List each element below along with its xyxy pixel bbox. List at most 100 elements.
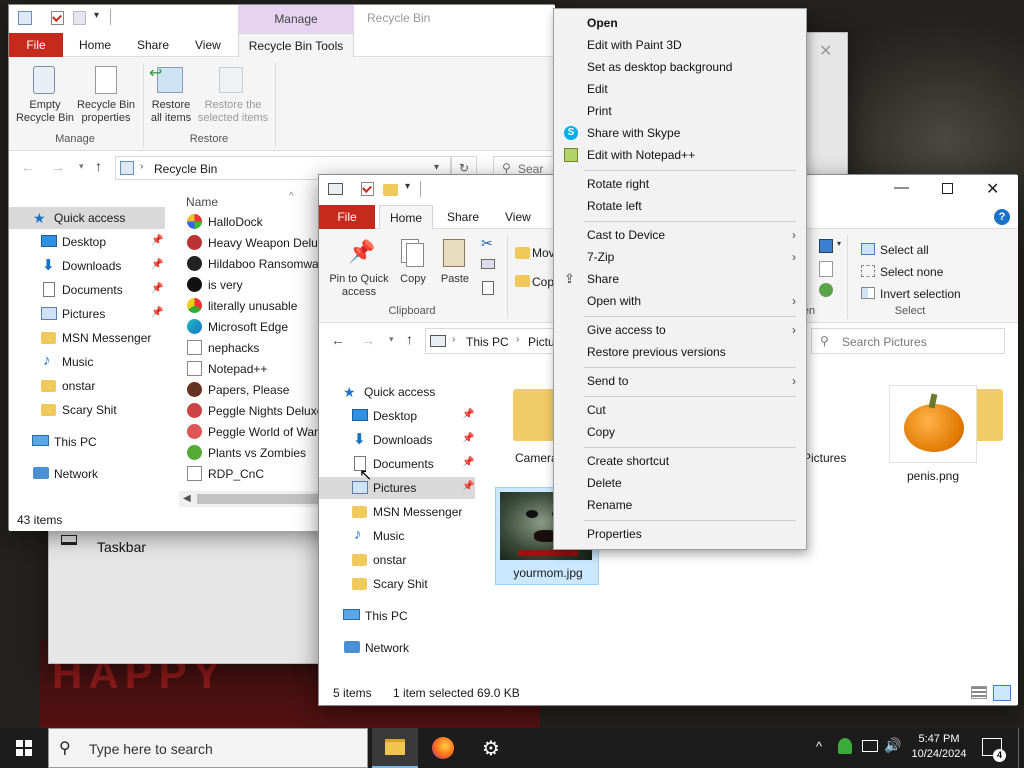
list-item[interactable]: Plants vs Zombies: [187, 442, 306, 463]
pin-icon[interactable]: 📌: [462, 457, 474, 468]
tab-file[interactable]: File: [319, 205, 375, 229]
pin-icon[interactable]: 📌: [151, 283, 163, 294]
tab-home[interactable]: Home: [69, 33, 121, 57]
tray-user-icon[interactable]: [838, 738, 852, 754]
nav-quick-access[interactable]: ★ Quick access: [9, 207, 165, 229]
menu-edit-notepadpp[interactable]: Edit with Notepad++: [587, 144, 695, 166]
nav-downloads[interactable]: ⬇ Downloads 📌: [9, 255, 179, 277]
menu-rotate-right[interactable]: Rotate right: [587, 173, 649, 195]
pin-quick-access-button[interactable]: Pin to Quick access: [325, 273, 393, 299]
properties-ribbon-icon[interactable]: [819, 239, 833, 253]
menu-create-shortcut[interactable]: Create shortcut: [587, 450, 669, 472]
titlebar[interactable]: ▾ Manage Recycle Bin: [9, 5, 555, 33]
large-icons-view-icon[interactable]: [993, 685, 1011, 701]
nav-downloads[interactable]: ⬇ Downloads 📌: [319, 429, 489, 451]
nav-scary[interactable]: Scary Shit: [9, 399, 179, 421]
menu-share-skype[interactable]: Share with Skype: [587, 122, 680, 144]
back-arrow-icon[interactable]: ←: [331, 332, 345, 348]
folder-saved-pictures[interactable]: [967, 379, 1019, 447]
nav-desktop[interactable]: Desktop 📌: [9, 231, 179, 253]
tab-share[interactable]: Share: [437, 205, 489, 229]
tray-chevron-icon[interactable]: ^: [816, 739, 822, 754]
list-item[interactable]: Hildaboo Ransomwar: [187, 253, 323, 274]
close-button[interactable]: ✕: [986, 179, 999, 199]
menu-give-access[interactable]: Give access to: [587, 319, 666, 341]
select-all-button[interactable]: Select all: [880, 243, 929, 257]
pin-icon[interactable]: 📌: [462, 433, 474, 444]
copy-path-icon[interactable]: [481, 259, 495, 269]
edit-icon[interactable]: [819, 261, 833, 277]
nav-music[interactable]: ♪ Music: [319, 525, 489, 547]
menu-print[interactable]: Print: [587, 100, 612, 122]
scroll-left-icon[interactable]: ◀: [183, 493, 191, 504]
menu-restore-versions[interactable]: Restore previous versions: [587, 341, 726, 363]
pin-icon[interactable]: 📌: [151, 235, 163, 246]
minimize-button[interactable]: —: [894, 179, 909, 196]
cut-icon[interactable]: ✂: [481, 235, 493, 252]
list-item[interactable]: Papers, Please: [187, 379, 289, 400]
address-bar[interactable]: › This PC › Pictu: [425, 328, 555, 354]
breadcrumb-pictures[interactable]: Pictu: [528, 335, 555, 349]
back-arrow-icon[interactable]: ←: [21, 159, 35, 175]
taskbar-firefox[interactable]: [420, 728, 466, 768]
menu-open[interactable]: Open: [587, 12, 618, 34]
menu-set-desktop-bg[interactable]: Set as desktop background: [587, 56, 732, 78]
details-view-icon[interactable]: [971, 686, 987, 699]
nav-quick-access[interactable]: ★ Quick access: [319, 381, 489, 403]
nav-onstar[interactable]: onstar: [319, 549, 489, 571]
nav-msn[interactable]: MSN Messenger: [319, 501, 489, 523]
up-arrow-icon[interactable]: ↑: [95, 158, 102, 174]
help-icon[interactable]: ?: [994, 209, 1010, 225]
invert-selection-button[interactable]: Invert selection: [880, 287, 961, 301]
recent-dropdown-icon[interactable]: ▾: [79, 161, 84, 172]
taskbar-search-input[interactable]: Type here to search: [89, 741, 213, 757]
menu-share[interactable]: Share: [587, 268, 619, 290]
nav-network[interactable]: Network: [9, 463, 179, 485]
history-icon[interactable]: [819, 283, 833, 297]
file-penis-png[interactable]: penis.png: [887, 385, 979, 485]
copy-button[interactable]: Copy: [395, 273, 431, 286]
nav-scary[interactable]: Scary Shit: [319, 573, 489, 595]
menu-open-with[interactable]: Open with: [587, 290, 641, 312]
list-item[interactable]: nephacks: [187, 337, 259, 358]
paste-button[interactable]: Paste: [437, 273, 473, 286]
tab-recycle-bin-tools[interactable]: Recycle Bin Tools: [238, 33, 354, 57]
taskbar-settings[interactable]: ⚙: [468, 728, 514, 768]
restore-all-items-button[interactable]: Restore all items: [145, 99, 197, 125]
menu-cut[interactable]: Cut: [587, 399, 606, 421]
taskbar-search-box[interactable]: ⚲ Type here to search: [48, 728, 368, 768]
new-folder-icon[interactable]: [383, 184, 398, 196]
menu-rename[interactable]: Rename: [587, 494, 632, 516]
pin-icon[interactable]: 📌: [462, 481, 474, 492]
address-dropdown-icon[interactable]: ▾: [434, 162, 439, 173]
menu-rotate-left[interactable]: Rotate left: [587, 195, 642, 217]
list-item[interactable]: Heavy Weapon Delux: [187, 232, 324, 253]
copy-to-button[interactable]: Cop: [532, 275, 554, 289]
pin-icon[interactable]: 📌: [462, 409, 474, 420]
search-box[interactable]: ⚲ Search Pictures: [811, 328, 1005, 354]
select-none-button[interactable]: Select none: [880, 265, 943, 279]
breadcrumb-this-pc[interactable]: This PC: [466, 335, 509, 349]
menu-copy[interactable]: Copy: [587, 421, 615, 443]
list-item[interactable]: Microsoft Edge: [187, 316, 288, 337]
qat-dropdown-icon[interactable]: ▾: [94, 10, 99, 21]
nav-onstar[interactable]: onstar: [9, 375, 179, 397]
nav-pictures[interactable]: Pictures 📌: [319, 477, 475, 499]
menu-send-to[interactable]: Send to: [587, 370, 628, 392]
recent-dropdown-icon[interactable]: ▾: [389, 334, 394, 345]
list-item[interactable]: Notepad++: [187, 358, 267, 379]
volume-icon[interactable]: 🔊: [884, 737, 901, 754]
pin-icon[interactable]: 📌: [151, 307, 163, 318]
qat-dropdown-icon[interactable]: ▾: [405, 181, 410, 192]
new-folder-icon[interactable]: [73, 11, 86, 25]
taskbar-file-explorer[interactable]: [372, 728, 418, 768]
menu-7zip[interactable]: 7-Zip: [587, 246, 614, 268]
nav-this-pc[interactable]: This PC: [319, 605, 489, 627]
tab-share[interactable]: Share: [127, 33, 179, 57]
nav-msn[interactable]: MSN Messenger: [9, 327, 179, 349]
tab-file[interactable]: File: [9, 33, 63, 57]
menu-properties[interactable]: Properties: [587, 523, 642, 545]
empty-recycle-bin-button[interactable]: Empty Recycle Bin: [13, 99, 77, 125]
tab-view[interactable]: View: [185, 33, 231, 57]
list-item[interactable]: literally unusable: [187, 295, 297, 316]
